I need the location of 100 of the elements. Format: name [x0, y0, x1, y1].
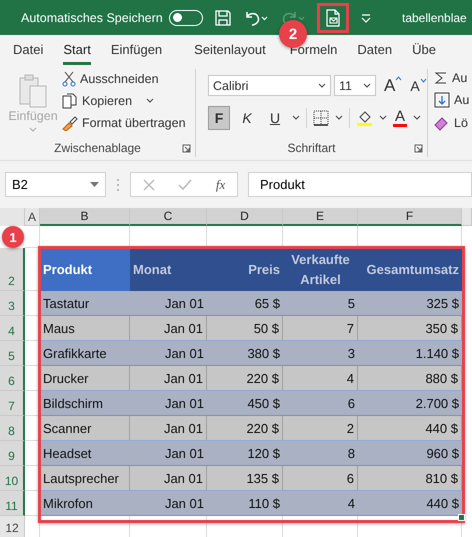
format-button[interactable]: F: [208, 106, 230, 130]
column-header[interactable]: D: [207, 208, 283, 226]
row-header[interactable]: 6: [0, 366, 25, 391]
caret-icon[interactable]: [292, 115, 300, 121]
table-cell: 880 $: [358, 366, 462, 391]
format-button[interactable]: U: [264, 106, 286, 130]
caret-icon: [29, 127, 37, 133]
table-cell: 450 $: [207, 391, 283, 416]
fill-color-icon[interactable]: [356, 109, 373, 127]
table-cell: 4: [283, 491, 358, 516]
eraser-icon: [434, 115, 450, 131]
row-header[interactable]: 2: [0, 248, 25, 291]
format-painter-button[interactable]: Format übertragen: [62, 115, 186, 131]
table-cell: 65 $: [207, 291, 283, 316]
table-cell: Jan 01: [130, 416, 207, 441]
table-header-cell: Produkt: [40, 248, 130, 291]
caret-icon: [146, 98, 154, 104]
autosave-label: Automatisches Speichern: [21, 10, 163, 24]
row-header[interactable]: 8: [0, 416, 25, 441]
column-header[interactable]: B: [40, 208, 130, 226]
row-header[interactable]: 12: [0, 516, 25, 537]
caret-icon[interactable]: [413, 115, 422, 121]
group-label: Schriftart: [286, 141, 336, 155]
table-header-cell: Verkaufte Artikel: [283, 248, 358, 291]
row-header[interactable]: 9: [0, 441, 25, 466]
caret-icon[interactable]: [335, 115, 343, 121]
table-cell: Jan 01: [130, 441, 207, 466]
dialog-launcher-icon[interactable]: [182, 144, 191, 153]
copy-icon: [62, 93, 78, 109]
highlighted-toolbar-button[interactable]: [316, 2, 349, 32]
ribbon-tab[interactable]: Einfügen: [110, 36, 162, 64]
caret-icon[interactable]: [379, 115, 387, 121]
sigma-icon: [434, 71, 448, 85]
column-header[interactable]: F: [358, 208, 462, 226]
table-cell: 2: [283, 416, 358, 441]
table-cell: 325 $: [358, 291, 462, 316]
table-cell: Grafikkarte: [40, 341, 130, 366]
table-cell: 6: [283, 466, 358, 491]
table-cell: 380 $: [207, 341, 283, 366]
editing-button[interactable]: Au: [434, 71, 472, 85]
row-header[interactable]: 5: [0, 341, 25, 366]
table-cell: 8: [283, 441, 358, 466]
table-cell: Scanner: [40, 416, 130, 441]
table-cell: 810 $: [358, 466, 462, 491]
font-color-button[interactable]: A: [393, 110, 408, 126]
ribbon-tab[interactable]: Daten: [357, 36, 392, 64]
name-box[interactable]: B2: [5, 172, 106, 197]
fill-handle[interactable]: [458, 514, 465, 521]
borders-icon[interactable]: [313, 110, 329, 126]
table-cell: 220 $: [207, 366, 283, 391]
scissors-icon: [62, 71, 76, 87]
font-size-field[interactable]: 11: [334, 75, 376, 96]
table-cell: 120 $: [207, 441, 283, 466]
group-label: Zwischenablage: [53, 141, 142, 155]
insert-function-button[interactable]: fx: [216, 176, 226, 192]
formula-field[interactable]: Produkt: [248, 172, 472, 197]
table-cell: Jan 01: [130, 366, 207, 391]
table-cell: Jan 01: [130, 466, 207, 491]
table-cell: 440 $: [358, 416, 462, 441]
table-cell: Mikrofon: [40, 491, 130, 516]
table-header-cell: Monat: [130, 248, 207, 291]
table-cell: Jan 01: [130, 341, 207, 366]
ribbon-tab[interactable]: Übe: [412, 36, 436, 64]
grow-font-button[interactable]: A: [384, 76, 402, 96]
dialog-launcher-icon[interactable]: [414, 144, 423, 153]
row-header[interactable]: 10: [0, 466, 25, 491]
cut-button[interactable]: Ausschneiden: [62, 71, 186, 87]
copy-button[interactable]: Kopieren: [62, 93, 186, 109]
table-cell: Bildschirm: [40, 391, 130, 416]
ribbon-tab[interactable]: Seitenlayout: [194, 36, 266, 64]
table-cell: Jan 01: [130, 491, 207, 516]
ribbon-tab[interactable]: Datei: [13, 36, 44, 64]
editing-button[interactable]: Lö: [434, 115, 472, 131]
table-cell: 220 $: [207, 416, 283, 441]
format-button[interactable]: K: [236, 106, 258, 130]
table-cell: 110 $: [207, 491, 283, 516]
table-cell: Maus: [40, 316, 130, 341]
column-header[interactable]: E: [283, 208, 358, 226]
column-header[interactable]: C: [130, 208, 207, 226]
row-header[interactable]: 4: [0, 316, 25, 341]
row-header[interactable]: 3: [0, 291, 25, 316]
save-icon[interactable]: [214, 8, 232, 26]
table-cell: 4: [283, 366, 358, 391]
table-cell: Jan 01: [130, 291, 207, 316]
table-cell: 440 $: [358, 491, 462, 516]
row-header[interactable]: 7: [0, 391, 25, 416]
table-header-cell: Gesamtumsatz: [358, 248, 462, 291]
autosave-toggle[interactable]: [168, 10, 203, 26]
font-name-field[interactable]: Calibri: [208, 75, 331, 96]
editing-button[interactable]: Au: [434, 92, 472, 108]
grip-icon: [116, 178, 120, 192]
shrink-font-button[interactable]: A: [410, 78, 427, 94]
row-header[interactable]: 11: [0, 491, 25, 516]
table-cell: 50 $: [207, 316, 283, 341]
table-cell: Jan 01: [130, 316, 207, 341]
file-name: tabellenblae: [402, 10, 468, 24]
fill-down-icon: [434, 92, 450, 108]
table-cell: Drucker: [40, 366, 130, 391]
caret-icon: [363, 82, 371, 88]
table-cell: 2.700 $: [358, 391, 462, 416]
